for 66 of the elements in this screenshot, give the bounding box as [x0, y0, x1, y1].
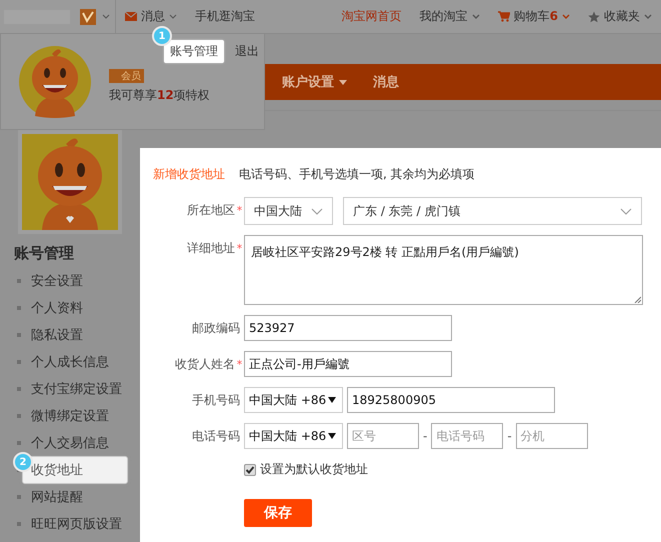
separator: - — [507, 429, 512, 443]
main-nav-link[interactable]: 消息 — [373, 73, 399, 91]
phone-part-field[interactable]: 电话号码 — [431, 423, 504, 449]
star-icon — [588, 10, 600, 22]
top-nav-link[interactable]: 消息 — [116, 8, 186, 25]
sidebar-item[interactable]: 安全设置 — [31, 272, 83, 290]
sidebar-item[interactable]: 个人成长信息 — [31, 352, 109, 370]
sidebar-item[interactable]: 个人交易信息 — [31, 434, 109, 452]
required-mark: * — [236, 358, 244, 370]
caret-icon — [169, 14, 177, 20]
chevron-icon — [311, 208, 323, 214]
form-title: 新增收货地址 — [153, 166, 225, 183]
top-nav-link[interactable]: 我的淘宝 — [410, 8, 489, 25]
top-nav-link[interactable]: 购物车6 — [488, 8, 579, 25]
field-label: 收货人姓名 — [175, 356, 235, 372]
member-badge: 会员 — [109, 69, 144, 83]
area-select[interactable]: 广东 / 东莞 / 虎门镇 — [343, 197, 642, 225]
phone-part-field[interactable]: 区号 — [347, 423, 419, 449]
chevron-icon — [620, 208, 632, 214]
country-code-select[interactable]: 中国大陆 +86 — [244, 423, 343, 449]
resize-grip-icon — [633, 295, 641, 303]
top-nav-link[interactable]: 手机逛淘宝 — [186, 8, 264, 25]
account-link[interactable]: 账号管理 — [164, 40, 224, 63]
main-nav-link[interactable]: 账户设置 — [282, 73, 347, 91]
caret-icon — [328, 397, 336, 403]
caret-icon — [562, 14, 570, 20]
text-field[interactable]: 正点公司-用戶編號 — [244, 351, 452, 377]
sidebar-title: 账号管理 — [14, 244, 75, 263]
top-nav-link[interactable]: 收藏夹 — [579, 8, 661, 25]
country-select[interactable]: 中国大陆 — [244, 197, 333, 225]
field-label: 所在地区 — [187, 202, 235, 218]
address-textarea[interactable]: 居岐社区平安路29号2楼 转 正點用戶名(用戶編號) — [244, 235, 643, 305]
field-label: 电话号码 — [192, 428, 240, 444]
caret-icon — [328, 433, 336, 439]
separator: - — [423, 429, 428, 443]
phone-field[interactable]: 18925800905 — [347, 387, 555, 413]
caret-icon — [339, 80, 347, 84]
envelope-icon — [125, 12, 137, 21]
caret-icon — [472, 14, 480, 20]
country-code-select[interactable]: 中国大陆 +86 — [244, 387, 343, 413]
sidebar-item[interactable]: 旺旺网页版设置 — [31, 514, 122, 532]
v-logo-icon — [80, 8, 96, 24]
sidebar-item[interactable]: 网站提醒 — [31, 488, 83, 506]
form-note: 电话号码、手机号选填一项, 其余均为必填项 — [239, 166, 475, 183]
cart-icon — [498, 11, 510, 22]
checkbox[interactable] — [244, 464, 256, 476]
field-label: 邮政编码 — [192, 320, 240, 336]
step-badge: 2 — [13, 452, 33, 472]
phone-part-field[interactable]: 分机 — [516, 423, 588, 449]
save-button[interactable]: 保存 — [244, 499, 312, 527]
privilege-text: 我可尊享12项特权 — [109, 87, 210, 104]
sidebar-item[interactable]: 隐私设置 — [31, 326, 83, 344]
account-link[interactable]: 退出 — [229, 40, 265, 63]
caret-icon[interactable] — [102, 14, 110, 20]
sidebar-item[interactable]: 微博绑定设置 — [31, 406, 109, 424]
text-field[interactable]: 523927 — [244, 315, 452, 341]
required-mark: * — [236, 204, 244, 216]
field-label: 手机号码 — [192, 392, 240, 408]
caret-icon — [644, 14, 652, 20]
mascot-drawing — [19, 46, 91, 118]
field-label: 详细地址 — [187, 240, 235, 256]
required-mark: * — [236, 242, 244, 254]
top-nav-link[interactable]: 淘宝网首页 — [332, 8, 411, 25]
checkbox-label: 设置为默认收货地址 — [260, 461, 368, 478]
sidebar-item[interactable]: 个人资料 — [31, 298, 83, 316]
sidebar-item[interactable]: 支付宝绑定设置 — [31, 380, 122, 398]
